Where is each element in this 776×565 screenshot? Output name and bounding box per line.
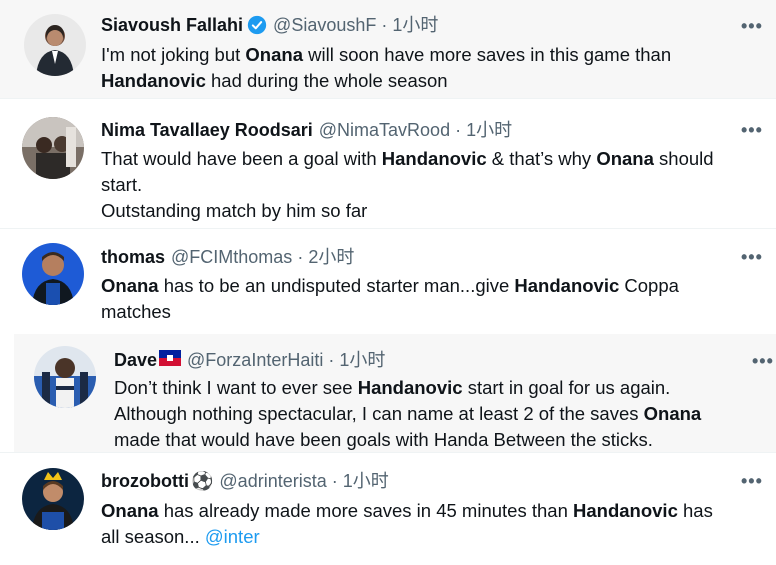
- tweet-header: Siavoush Fallahi @SiavoushF · 1小时: [101, 14, 438, 36]
- tweet-header: Nima Tavallaey Roodsari @NimaTavRood · 1…: [101, 119, 512, 141]
- display-name[interactable]: brozobotti: [101, 470, 189, 492]
- user-handle[interactable]: @FCIMthomas: [171, 246, 292, 268]
- tweet-text: Onana has to be an undisputed starter ma…: [101, 275, 679, 322]
- more-options-icon[interactable]: •••: [741, 247, 763, 268]
- separator-dot: ·: [328, 350, 335, 370]
- more-options-icon[interactable]: •••: [752, 351, 774, 372]
- display-name[interactable]: Siavoush Fallahi: [101, 14, 243, 36]
- avatar[interactable]: [22, 117, 84, 179]
- more-options-icon[interactable]: •••: [741, 16, 763, 37]
- avatar[interactable]: [22, 243, 84, 305]
- more-options-icon[interactable]: •••: [741, 471, 763, 492]
- timestamp[interactable]: 2小时: [308, 246, 354, 268]
- tweet-text: I'm not joking but Onana will soon have …: [101, 44, 672, 91]
- separator-dot: ·: [331, 471, 338, 491]
- more-options-icon[interactable]: •••: [741, 120, 763, 141]
- haiti-flag-icon: [159, 349, 182, 371]
- tweet-3[interactable]: thomas @FCIMthomas · 2小时 ••• Onana has t…: [0, 229, 776, 333]
- user-handle[interactable]: @ForzaInterHaiti: [187, 349, 323, 371]
- divider: [0, 98, 776, 99]
- tweet-text: That would have been a goal with Handano…: [101, 148, 714, 221]
- tweet-4[interactable]: Dave @ForzaInterHaiti · 1小时 ••• Don’t th…: [14, 334, 776, 452]
- display-name[interactable]: thomas: [101, 246, 165, 268]
- tweet-header: thomas @FCIMthomas · 2小时: [101, 246, 354, 268]
- separator-dot: ·: [455, 120, 462, 140]
- timestamp[interactable]: 1小时: [343, 470, 389, 492]
- tweet-header: Dave @ForzaInterHaiti · 1小时: [114, 349, 385, 371]
- user-handle[interactable]: @SiavoushF: [273, 14, 376, 36]
- display-name[interactable]: Dave: [114, 349, 157, 371]
- user-handle[interactable]: @NimaTavRood: [319, 119, 450, 141]
- tweet-5[interactable]: brozobotti ⚽ @adrinterista · 1小时 ••• Ona…: [0, 453, 776, 565]
- user-handle[interactable]: @adrinterista: [219, 470, 326, 492]
- timestamp[interactable]: 1小时: [339, 349, 385, 371]
- tweet-text: Onana has already made more saves in 45 …: [101, 500, 713, 547]
- avatar[interactable]: [24, 14, 86, 76]
- tweet-2[interactable]: Nima Tavallaey Roodsari @NimaTavRood · 1…: [0, 104, 776, 228]
- separator-dot: ·: [381, 15, 388, 35]
- separator-dot: ·: [297, 247, 304, 267]
- tweet-text: Don’t think I want to ever see Handanovi…: [114, 377, 702, 450]
- verified-badge-icon: [247, 15, 267, 35]
- mention-link[interactable]: @inter: [205, 526, 260, 547]
- avatar[interactable]: [22, 468, 84, 530]
- tweet-1[interactable]: Siavoush Fallahi @SiavoushF · 1小时 ••• I'…: [0, 0, 776, 98]
- display-name[interactable]: Nima Tavallaey Roodsari: [101, 119, 313, 141]
- avatar[interactable]: [34, 346, 96, 408]
- timestamp[interactable]: 1小时: [466, 119, 512, 141]
- timestamp[interactable]: 1小时: [392, 14, 438, 36]
- tweet-header: brozobotti ⚽ @adrinterista · 1小时: [101, 470, 389, 492]
- soccer-ball-icon: ⚽: [190, 471, 214, 491]
